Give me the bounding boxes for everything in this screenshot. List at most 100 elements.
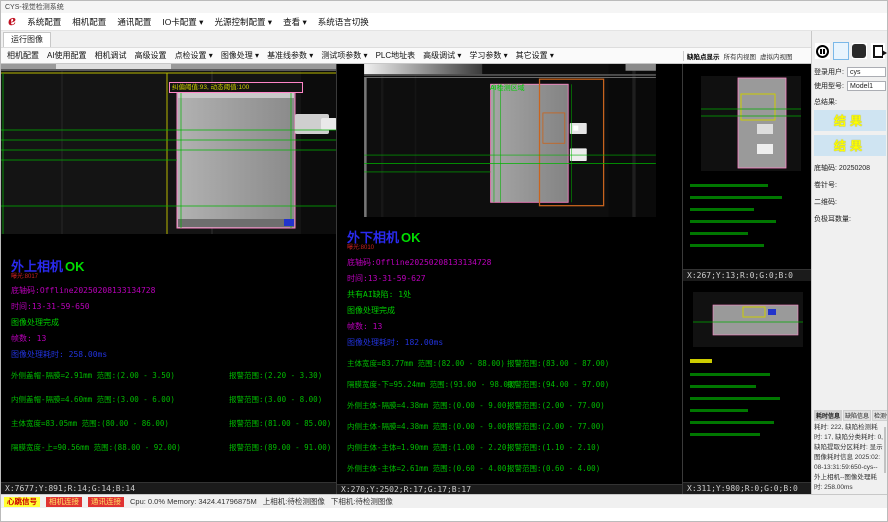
menu-comm-config[interactable]: 通讯配置 [117,16,151,28]
tool-baseline-params[interactable]: 基准线参数 ▾ [267,50,313,61]
preview-top-panel: X:267;Y:13;R:0;G:0;B:0 [683,64,811,281]
sidebar: 登录用户: cys 使用型号: Model1 总结果: 结果 结果 底轴码: 2… [811,31,888,494]
left-camera-name: 外上相机 [11,259,63,274]
main-area: 纠偏阈值:93, 动态阈值:100 外上相机OK 曝光:8017 底轴码:Off… [1,64,811,494]
measurement-row: 外侧主体-主体=2.61mm 范围:(0.60 - 4.00)报警范围:(0.6… [347,463,682,474]
login-user-label: 登录用户: [814,67,847,77]
tool-advanced-debug[interactable]: 高级调试 ▾ [423,50,461,61]
left-measurements: 外侧盖帽-隔膜=2.91mm 范围:(2.00 - 3.50)报警范围:(2.2… [11,370,336,466]
pause-button[interactable] [814,42,831,60]
tool-camera-config[interactable]: 相机配置 [7,50,39,61]
mid-camera-name: 外下相机 [347,230,399,245]
user-dark-icon [852,44,866,58]
toolbar: 相机配置 AI使用配置 相机调试 高级设置 点检设置 ▾ 图像处理 ▾ 基准线参… [1,47,811,64]
measurement-row: 外侧盖帽-隔膜=2.91mm 范围:(2.00 - 3.50)报警范围:(2.2… [11,370,336,381]
tab-detect-info[interactable]: 检测信息 [872,410,888,421]
title-bar: CYS-视觉检测系统 [1,1,887,13]
measurement-row: 主体宽度=83.77mm 范围:(82.00 - 88.00)报警范围:(83.… [347,358,682,369]
left-frame-text: 帧数: 13 [11,333,336,344]
mid-proc-time-text: 图像处理耗时: 182.00ms [347,337,682,348]
mid-coordinate-bar: X:270;Y:2502;R:17;G:17;B:17 [337,484,682,494]
menu-system-config[interactable]: 系统配置 [27,16,61,28]
stats-text: 耗时: 222, 缺陷检测耗时: 17, 缺陷分类耗时: 0, 缺陷提取分区耗时… [814,423,886,493]
mid-exposure-text: 曝光:8010 [347,245,682,252]
tool-image-processing[interactable]: 图像处理 ▾ [221,50,259,61]
preview-tab-all-views[interactable]: 所有内视图 [724,51,757,61]
tool-test-params[interactable]: 测试项参数 ▾ [321,50,367,61]
barcode-line: 底轴码: 20250208 [814,163,886,173]
left-camera-title: 外上相机OK [11,260,336,274]
preview-tab-defect-display[interactable]: 缺陷点显示 [687,51,720,61]
left-proc-time-text: 图像处理耗时: 258.00ms [11,349,336,360]
info-tabs: 耗时信息 缺陷信息 检测信息 [814,410,886,421]
app-window: CYS-视觉检测系统 e 系统配置 相机配置 通讯配置 IO卡配置 ▾ 光源控制… [0,0,888,522]
tab-count-label: 负极耳数量: [814,214,886,224]
measurement-row: 隔膜宽度-下=95.24mm 范围:(93.00 - 98.00)报警范围:(9… [347,379,682,390]
tool-advanced-settings[interactable]: 高级设置 [135,50,167,61]
upper-camera-status: 上相机:待检测图像 [263,496,325,507]
tab-defect-info[interactable]: 缺陷信息 [843,410,871,421]
preview-top-image[interactable] [683,64,810,269]
tool-ai-usage-config[interactable]: AI使用配置 [47,50,87,61]
lower-camera-status: 下相机:待检测图像 [331,496,393,507]
status-bar: 心跳信号 相机连接 通讯连接 Cpu: 0.0% Memory: 3424.41… [1,494,887,508]
tool-other-settings[interactable]: 其它设置 ▾ [516,50,554,61]
mid-status-text: 图像处理完成 [347,305,682,316]
mid-overlay-text: 外下相机OK 曝光:8010 底轴码:Offline20250208133134… [347,231,682,347]
tab-run-image[interactable]: 运行图像 [3,32,51,47]
left-exposure-text: 曝光:8017 [11,274,336,281]
camera-connect-badge: 相机连接 [46,497,82,507]
menu-light-config[interactable]: 光源控制配置 ▾ [214,16,272,28]
stats-scrollbar[interactable] [884,427,886,473]
cpu-memory-text: Cpu: 0.0% Memory: 3424.41796875M [130,497,257,506]
mid-ai-info-text: 共有AI缺陷: 1处 [347,289,682,300]
left-coordinate-bar: X:7677;Y:891;R:14;G:14;B:14 [1,482,336,494]
mid-barcode-text: 底轴码:Offline20250208133134728 [347,257,682,268]
preview-bottom-panel: X:311;Y:980;R:0;G:0;B:0 [683,287,811,494]
left-result-ok: OK [65,259,85,274]
left-overlay-text: 外上相机OK 曝光:8017 底轴码:Offline20250208133134… [11,260,336,360]
mid-result-ok: OK [401,230,421,245]
preview-header: 缺陷点显示 所有内视图 虚拟内视图 [683,51,811,61]
total-result-label: 总结果: [814,97,886,107]
barcode-label: 底轴码: [814,165,837,172]
mid-camera-title: 外下相机OK [347,231,682,245]
mid-camera-panel: AI检测区域 外下相机OK 曝光:8010 底轴码:Offline2025020… [337,64,683,494]
user-switch-button[interactable] [851,42,868,60]
tool-plc-address[interactable]: PLC地址表 [376,50,416,61]
menu-bar: e 系统配置 相机配置 通讯配置 IO卡配置 ▾ 光源控制配置 ▾ 查看 ▾ 系… [1,13,887,31]
deviation-annotation: 纠偏阈值:93, 动态阈值:100 [169,82,303,93]
window-title: CYS-视觉检测系统 [5,2,64,12]
ai-region-label: AI检测区域 [490,83,525,93]
login-user-input[interactable]: cys [847,67,886,77]
needle-label: 卷针号: [814,180,886,190]
tool-camera-debug[interactable]: 相机调试 [95,50,127,61]
left-time-text: 时间:13-31-59-650 [11,301,336,312]
measurement-row: 内侧盖帽-隔膜=4.60mm 范围:(3.00 - 6.00)报警范围:(3.0… [11,394,336,405]
mid-time-text: 时间:13-31-59-627 [347,273,682,284]
measurement-row: 内侧主体-主体=1.90mm 范围:(1.00 - 2.20)报警范围:(1.1… [347,442,682,453]
model-label: 使用型号: [814,81,847,91]
comm-connect-badge: 通讯连接 [88,497,124,507]
menu-io-config[interactable]: IO卡配置 ▾ [162,16,203,28]
left-status-text: 图像处理完成 [11,317,336,328]
model-input[interactable]: Model1 [847,81,886,91]
tab-time-info[interactable]: 耗时信息 [814,410,842,421]
tab-row: 运行图像 [1,31,811,47]
mid-frame-text: 帧数: 13 [347,321,682,332]
login-user-button[interactable] [833,42,850,60]
tool-spot-check[interactable]: 点检设置 ▾ [175,50,213,61]
measurement-row: 主体宽度=83.05mm 范围:(80.00 - 86.00)报警范围:(81.… [11,418,336,429]
preview-bottom-image[interactable] [683,287,810,482]
sidebar-buttons [814,42,886,60]
exit-button[interactable] [870,42,887,60]
tool-learning-params[interactable]: 学习参数 ▾ [469,50,507,61]
menu-view[interactable]: 查看 ▾ [283,16,307,28]
left-camera-panel: 纠偏阈值:93, 动态阈值:100 外上相机OK 曝光:8017 底轴码:Off… [1,64,337,494]
barcode-value: 20250208 [839,165,870,172]
preview-tab-virtual-views[interactable]: 虚拟内视图 [760,51,793,61]
menu-camera-config[interactable]: 相机配置 [72,16,106,28]
app-logo-icon: e [7,14,17,28]
exit-door-icon [873,45,883,58]
menu-language-switch[interactable]: 系统语言切换 [318,16,369,28]
